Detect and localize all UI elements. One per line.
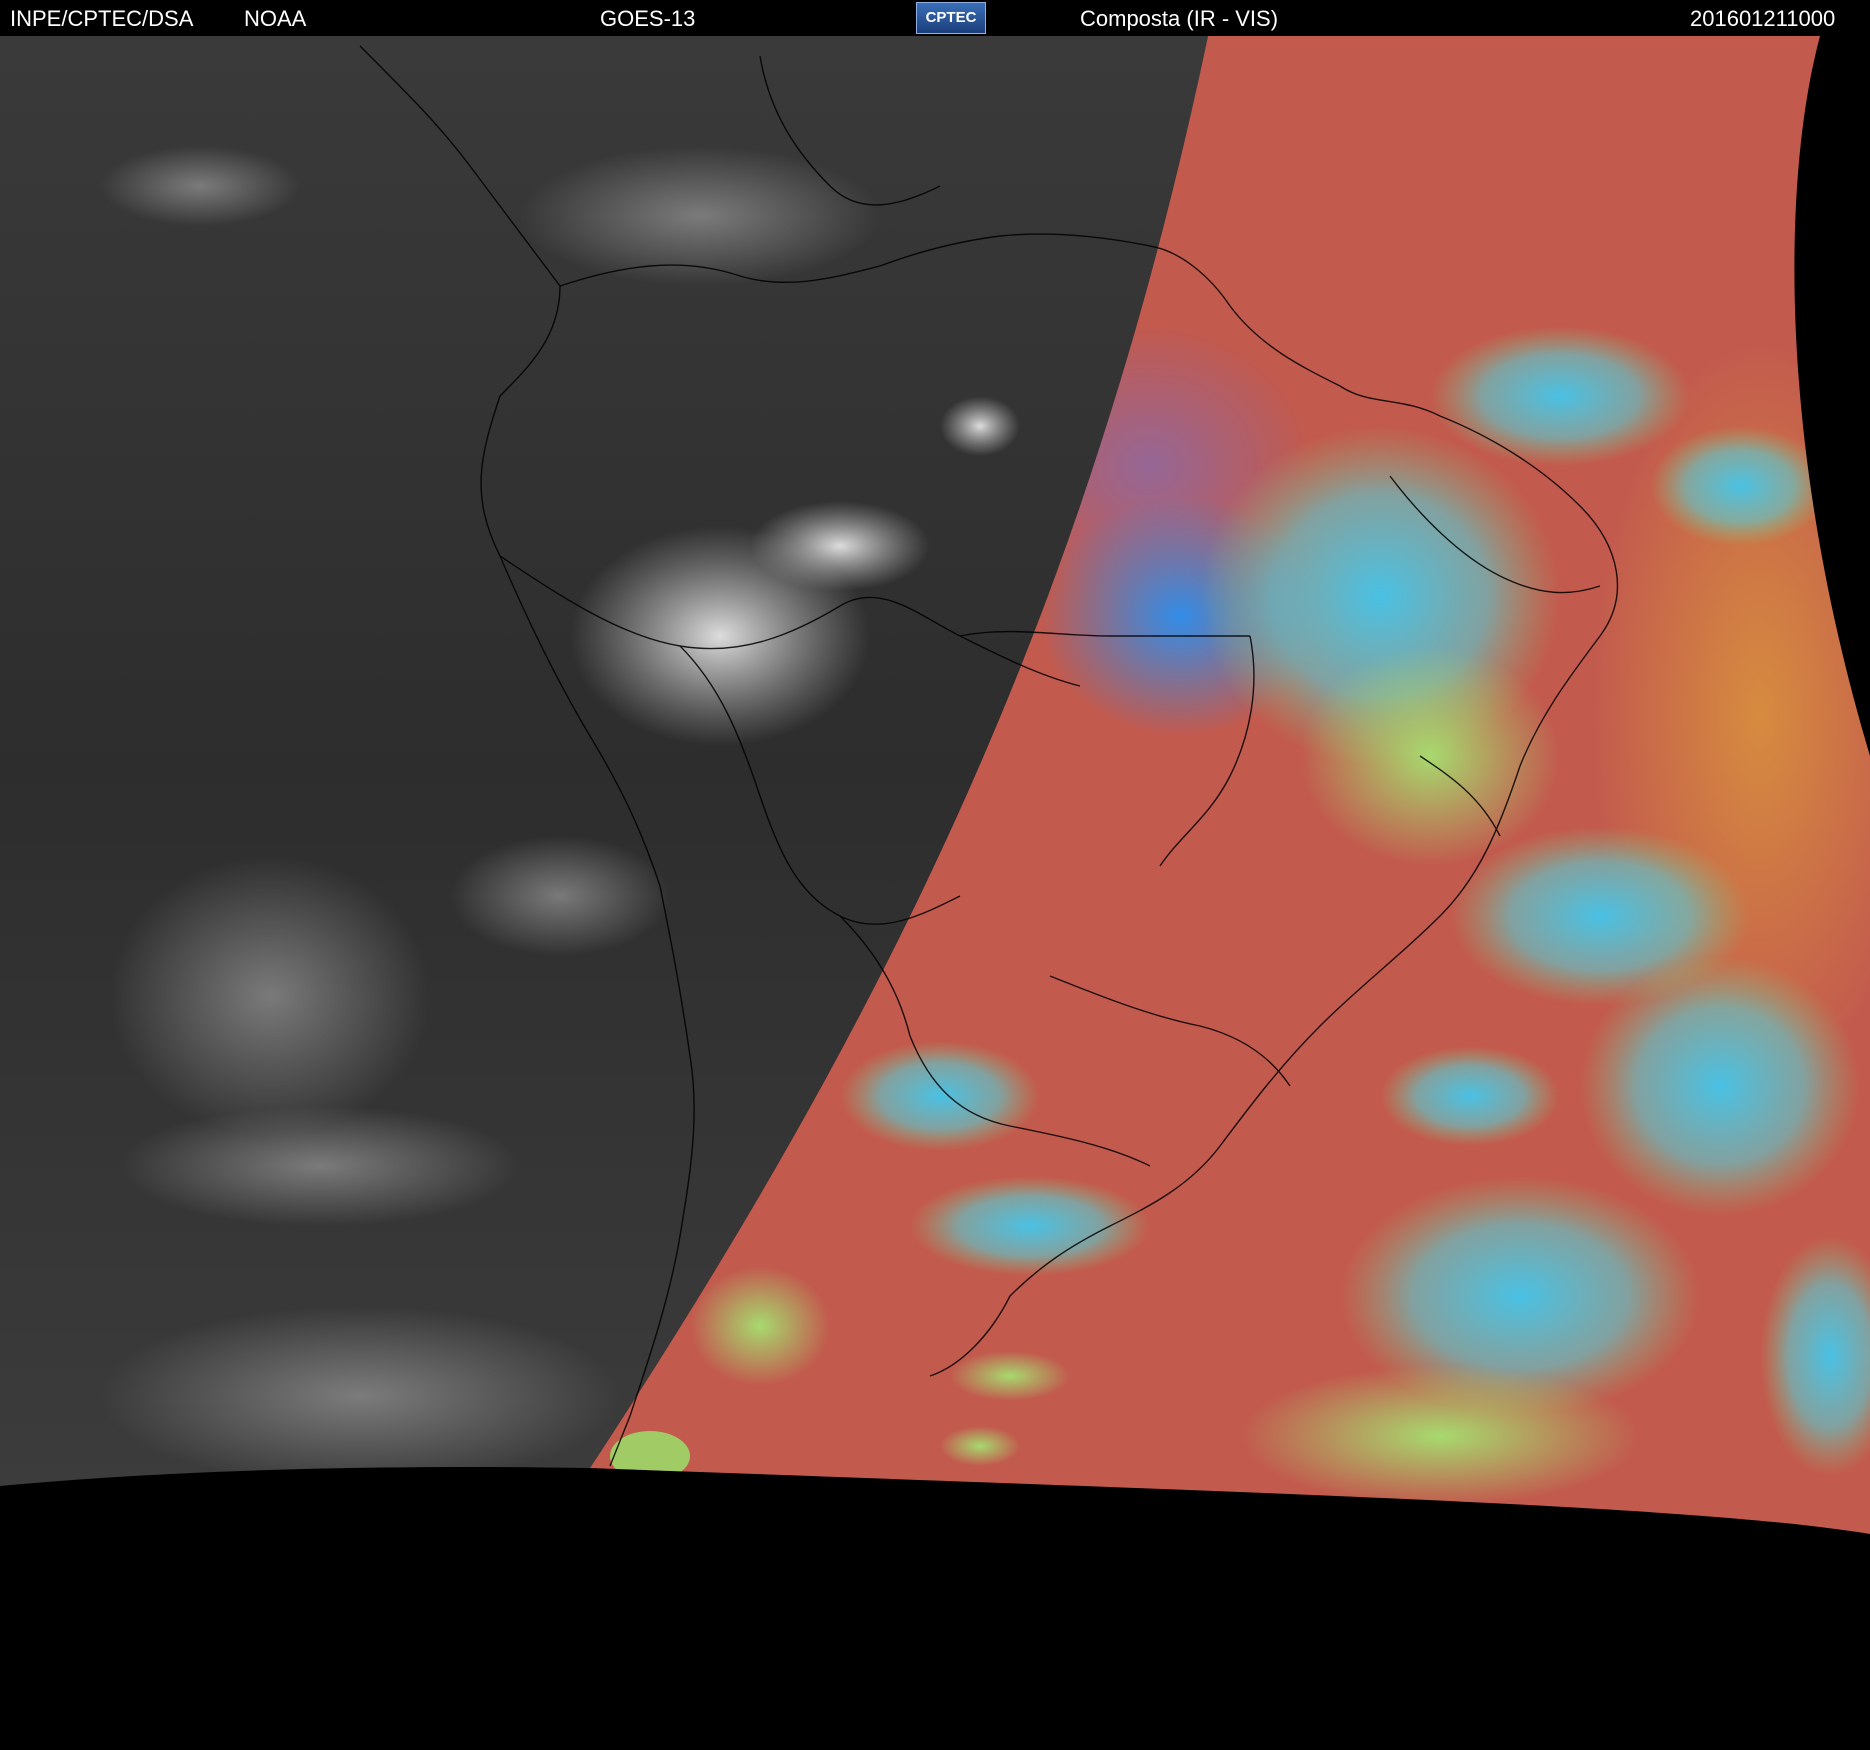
product-label: Composta (IR - VIS) — [1080, 6, 1279, 31]
cptec-logo: CPTEC — [916, 2, 986, 34]
agency-label: INPE/CPTEC/DSA — [10, 6, 194, 31]
satellite-label: GOES-13 — [600, 6, 696, 31]
satellite-image — [0, 36, 1870, 1534]
timestamp-label: 201601211000 — [1690, 6, 1836, 31]
partner-label: NOAA — [244, 6, 307, 31]
header-bar: INPE/CPTEC/DSA NOAA GOES-13 CPTEC Compos… — [0, 0, 1870, 36]
